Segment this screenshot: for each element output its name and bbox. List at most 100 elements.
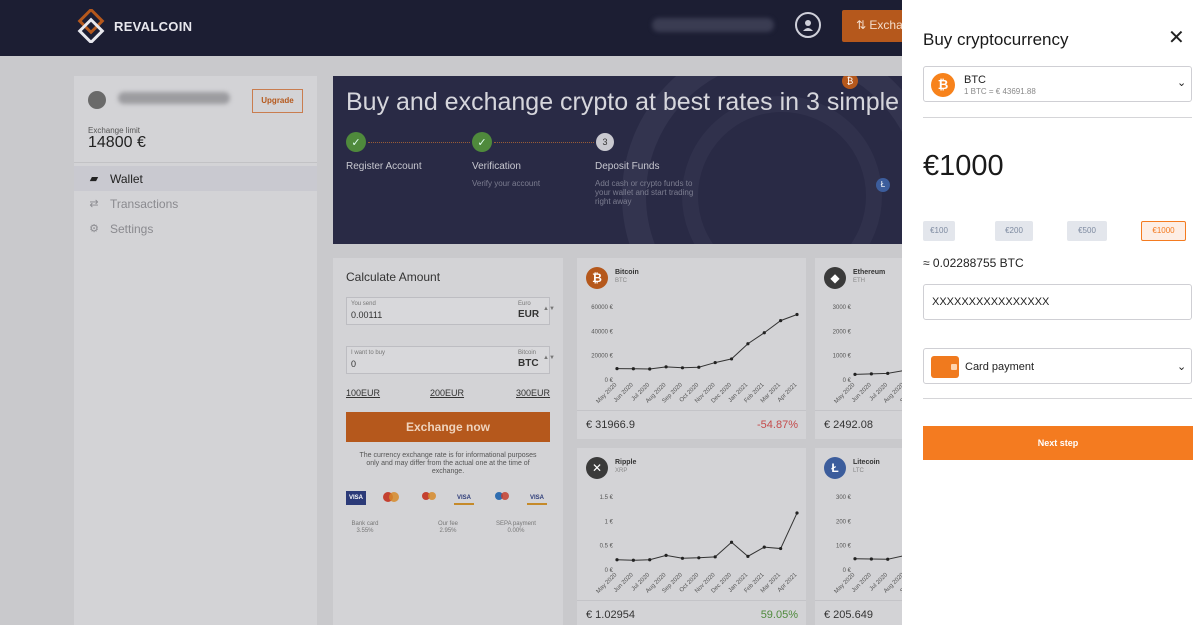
user-avatar-icon xyxy=(88,91,106,109)
buy-cryptocurrency-panel: Buy cryptocurrency ✕ ₿ BTC 1 BTC = € 436… xyxy=(902,0,1200,625)
y-tick-label: 100 € xyxy=(836,544,852,550)
fee-value: 3.55% xyxy=(356,528,374,534)
coin-card-ripple[interactable]: ✕ Ripple XRP 1.5 €1 €0.5 €0 € May 2020 Jun 20… xyxy=(577,448,806,625)
profile-button[interactable] xyxy=(795,12,821,38)
y-tick-label: 20000 € xyxy=(591,354,613,360)
coin-symbol: BTC xyxy=(615,278,627,284)
gear-icon: ⚙ xyxy=(89,223,99,235)
sidebar-item-wallet[interactable]: ▰ Wallet xyxy=(74,166,317,191)
btc-equivalent: ≈ 0.02288755 BTC xyxy=(923,256,1024,270)
coin-name: Litecoin xyxy=(853,459,880,466)
currency-code[interactable]: EUR xyxy=(518,309,539,320)
buy-amount-field[interactable]: I want to buy 0 Bitcoin BTC ▲▼ xyxy=(346,346,555,374)
y-tick-label: 3000 € xyxy=(833,305,852,311)
user-icon xyxy=(803,20,813,31)
price-point xyxy=(680,366,685,370)
field-value: 0.00111 xyxy=(351,310,383,320)
divider xyxy=(815,410,902,411)
btc-coin-icon: ₿ xyxy=(586,267,608,289)
y-tick-label: 2000 € xyxy=(833,329,852,335)
price-line-chart: 300 €200 €100 €0 €May 2020Jun 2020Jul 20… xyxy=(834,495,902,595)
price-point xyxy=(886,557,890,561)
wallet-icon: ▰ xyxy=(89,173,99,185)
close-icon[interactable]: ✕ xyxy=(1168,25,1185,50)
divider xyxy=(815,600,902,601)
coin-card-bitcoin[interactable]: ₿ Bitcoin BTC 60000 €40000 €20000 €0 € May 2… xyxy=(577,258,806,439)
price-point xyxy=(697,365,701,369)
amount-display[interactable]: €1000 xyxy=(923,150,1004,183)
sidebar-item-settings[interactable]: ⚙ Settings xyxy=(74,216,317,241)
price-point xyxy=(869,372,873,376)
sidebar-item-label: Settings xyxy=(110,221,154,236)
amount-chip-100[interactable]: €100 xyxy=(923,221,955,241)
upgrade-button[interactable]: Upgrade xyxy=(252,89,303,113)
chevron-down-icon: ▲▼ xyxy=(543,306,555,312)
price-series-line xyxy=(854,370,902,375)
price-series-line xyxy=(616,512,798,561)
payment-method-label: Card payment xyxy=(965,361,1035,373)
step-connector xyxy=(368,142,470,143)
coin-price: € 31966.9 xyxy=(586,419,635,431)
quick-amount-link[interactable]: 100EUR xyxy=(346,388,380,398)
banner-title: Buy and exchange crypto at best rates in… xyxy=(346,88,902,116)
price-point xyxy=(713,360,717,365)
divider xyxy=(577,410,806,411)
hero-banner: ₿ Ł Buy and exchange crypto at best rate… xyxy=(333,76,902,244)
payment-method-select[interactable]: Card payment ⌄ xyxy=(923,348,1192,384)
price-line-chart: 1.5 €1 €0.5 €0 €May 2020Jun 2020Jul 2020… xyxy=(596,495,799,595)
price-point xyxy=(746,342,750,346)
price-point xyxy=(664,553,668,557)
sidebar-item-transactions[interactable]: ⇄ Transactions xyxy=(74,191,317,216)
visa-logo: VISA xyxy=(346,491,366,505)
coin-card-ethereum[interactable]: ◆ Ethereum ETH 3000 €2000 €1000 €0 € May 202… xyxy=(815,258,902,439)
wallet-icon xyxy=(931,356,959,378)
amount-chip-1000[interactable]: €1000 xyxy=(1141,221,1186,241)
chevron-down-icon: ⌄ xyxy=(1177,77,1187,89)
amount-chip-500[interactable]: €500 xyxy=(1067,221,1107,241)
coin-name: Ripple xyxy=(615,459,637,466)
step-title: Register Account xyxy=(346,161,422,172)
fee-info: Our fee 2.95% xyxy=(418,521,478,535)
exchange-now-button[interactable]: Exchange now xyxy=(346,412,550,442)
step-subtitle: Verify your account xyxy=(472,179,541,188)
selected-coin-rate: 1 BTC = € 43691.88 xyxy=(964,87,1036,96)
revalcoin-logo[interactable]: REVALCOIN xyxy=(74,9,192,43)
price-point xyxy=(680,556,685,560)
user-email-blurred xyxy=(652,18,774,32)
price-point xyxy=(762,545,766,549)
price-point xyxy=(697,556,701,560)
y-tick-label: 0.5 € xyxy=(600,544,614,550)
price-point xyxy=(869,557,873,561)
maestro-logo xyxy=(494,491,510,505)
price-point xyxy=(762,331,766,335)
price-point xyxy=(729,540,734,544)
y-tick-label: 200 € xyxy=(836,519,852,525)
step-number-badge: 3 xyxy=(596,133,614,151)
send-amount-field[interactable]: You send 0.00111 Euro EUR ▲▼ xyxy=(346,297,555,325)
maestro-icon xyxy=(422,492,436,500)
chevron-down-icon: ▲▼ xyxy=(543,355,555,361)
price-point xyxy=(648,558,652,562)
exchange-rate-disclaimer: The currency exchange rate is for inform… xyxy=(359,452,537,475)
price-point xyxy=(853,372,857,376)
currency-code[interactable]: BTC xyxy=(518,358,539,369)
price-point xyxy=(795,312,799,317)
price-point xyxy=(664,365,668,369)
price-point xyxy=(746,554,750,558)
price-point xyxy=(615,558,619,562)
wallet-address-input[interactable] xyxy=(923,284,1192,320)
coin-name: Bitcoin xyxy=(615,269,639,276)
step-complete-icon: ✓ xyxy=(346,132,366,152)
quick-amount-link[interactable]: 300EUR xyxy=(516,388,550,398)
quick-amount-link[interactable]: 200EUR xyxy=(430,388,464,398)
fee-label: Our fee xyxy=(437,521,458,527)
amount-chip-200[interactable]: €200 xyxy=(995,221,1033,241)
coin-select-dropdown[interactable]: ₿ BTC 1 BTC = € 43691.88 ⌄ xyxy=(923,66,1192,102)
next-step-button[interactable]: Next step xyxy=(923,426,1193,460)
xrp-coin-icon: ✕ xyxy=(586,457,608,479)
coin-card-litecoin[interactable]: Ł Litecoin LTC 300 €200 €100 €0 € May 2020 Ju… xyxy=(815,448,902,625)
y-tick-label: 300 € xyxy=(836,495,852,501)
price-point xyxy=(631,367,635,371)
price-series-line xyxy=(854,555,902,560)
fee-info: SEPA payment 0.00% xyxy=(486,521,546,535)
